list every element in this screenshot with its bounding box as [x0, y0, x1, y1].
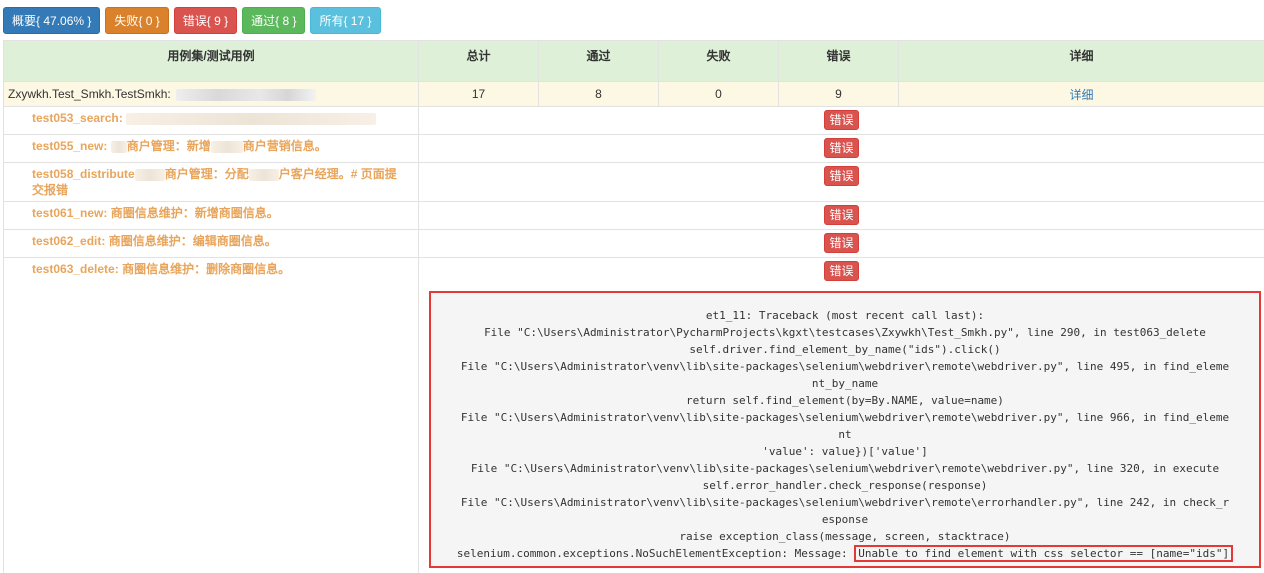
case-name: test053_search:: [3, 106, 419, 135]
case-desc: 商户管理：新增: [126, 139, 211, 153]
traceback-line: nt: [838, 428, 852, 441]
suite-errors: 9: [778, 81, 899, 107]
suite-failed: 0: [658, 81, 779, 107]
filter-fail-button[interactable]: 失败{ 0 }: [105, 7, 169, 34]
table-row: test055_new: 商户管理：新增 商户营销信息。 错误: [3, 134, 1264, 163]
redacted-block: [176, 88, 317, 101]
case-name-text: test061_new:: [32, 206, 108, 220]
suite-detail-link[interactable]: 详细: [1069, 88, 1093, 102]
case-name: test062_edit: 商圈信息维护：编辑商圈信息。: [3, 229, 419, 258]
case-status-cell: 错误: [418, 229, 1264, 258]
traceback-line: raise exception_class(message, screen, s…: [679, 530, 1011, 543]
case-error-badge[interactable]: 错误: [824, 205, 859, 225]
redacted-block: [126, 112, 377, 125]
filter-pass-button[interactable]: 通过{ 8 }: [242, 7, 306, 34]
table-row: test062_edit: 商圈信息维护：编辑商圈信息。 错误: [3, 229, 1264, 258]
case-name-text: test053_search:: [32, 111, 123, 125]
traceback-line: esponse: [821, 513, 869, 526]
case-error-badge[interactable]: 错误: [824, 110, 859, 130]
table-row: test058_distribute 商户管理：分配 户客户经理。# 页面提 交报错 …: [3, 162, 1264, 202]
traceback-line: et1_11: Traceback (most recent call last…: [705, 309, 985, 322]
header-pass: 通过: [538, 40, 659, 82]
case-desc: 商圈信息维护：新增商圈信息。: [110, 206, 279, 220]
traceback-line: self.error_handler.check_response(respon…: [702, 479, 988, 492]
filter-summary-button[interactable]: 概要{ 47.06% }: [3, 7, 101, 34]
case-error-badge[interactable]: 错误: [824, 233, 859, 253]
case-desc-wrap: 交报错: [32, 183, 69, 197]
traceback-line: nt_by_name: [811, 377, 879, 390]
traceback-panel: et1_11: Traceback (most recent call last…: [429, 291, 1261, 568]
traceback-line: File "C:\Users\Administrator\PycharmProj…: [484, 326, 1206, 339]
case-name-text: test062_edit:: [32, 234, 106, 248]
case-name: test061_new: 商圈信息维护：新增商圈信息。: [3, 201, 419, 230]
header-detail: 详细: [898, 40, 1264, 82]
traceback-line: 'value': value})['value']: [762, 445, 928, 458]
traceback-line: File "C:\Users\Administrator\venv\lib\si…: [460, 496, 1230, 509]
redacted-block: [134, 168, 165, 181]
header-testcase: 用例集/测试用例: [3, 40, 419, 82]
case-status-cell: 错误: [418, 106, 1264, 135]
traceback-line: File "C:\Users\Administrator\venv\lib\si…: [460, 360, 1230, 373]
traceback-line: File "C:\Users\Administrator\venv\lib\si…: [470, 462, 1220, 475]
redacted-block: [210, 140, 243, 153]
case-name-text: test058_distribute: [32, 167, 135, 181]
table-row: test061_new: 商圈信息维护：新增商圈信息。 错误: [3, 201, 1264, 230]
case-name-text: test063_delete:: [32, 262, 119, 276]
table-row: test053_search: 错误: [3, 106, 1264, 135]
case-desc: 商户管理：分配: [164, 167, 249, 181]
table-header-row: 用例集/测试用例 总计 通过 失败 错误 详细: [3, 40, 1264, 82]
redacted-block: [248, 168, 279, 181]
case-error-badge[interactable]: 错误: [824, 166, 859, 186]
suite-detail-cell: 详细: [898, 81, 1264, 107]
traceback-line: File "C:\Users\Administrator\venv\lib\si…: [460, 411, 1230, 424]
redacted-block: [110, 140, 127, 153]
suite-total: 17: [418, 81, 539, 107]
case-name: test058_distribute 商户管理：分配 户客户经理。# 页面提交报错: [3, 162, 419, 202]
filter-error-button[interactable]: 错误{ 9 }: [173, 7, 238, 34]
case-error-badge[interactable]: 错误: [824, 138, 859, 158]
filter-bar: 概要{ 47.06% } 失败{ 0 } 错误{ 9 } 通过{ 8 } 所有{…: [3, 7, 381, 34]
case-desc: 商圈信息维护：编辑商圈信息。: [108, 234, 277, 248]
header-error: 错误: [778, 40, 899, 82]
traceback-exception-line: selenium.common.exceptions.NoSuchElement…: [435, 545, 1255, 562]
case-name-text: test055_new:: [32, 139, 108, 153]
exception-prefix: selenium.common.exceptions.NoSuchElement…: [456, 547, 855, 560]
filter-all-button[interactable]: 所有{ 17 }: [310, 7, 381, 34]
suite-name-text: Zxywkh.Test_Smkh.TestSmkh:: [8, 87, 175, 101]
case-status-cell: 错误: [418, 201, 1264, 230]
header-total: 总计: [418, 40, 539, 82]
header-fail: 失败: [658, 40, 779, 82]
case-status-cell: 错误: [418, 134, 1264, 163]
case-error-badge[interactable]: 错误: [824, 261, 859, 281]
suite-name: Zxywkh.Test_Smkh.TestSmkh:: [3, 81, 419, 107]
case-name: test063_delete: 商圈信息维护：删除商圈信息。: [3, 257, 419, 573]
suite-row: Zxywkh.Test_Smkh.TestSmkh: 17 8 0 9 详细: [3, 81, 1264, 107]
case-name: test055_new: 商户管理：新增 商户营销信息。: [3, 134, 419, 163]
case-status-cell: 错误: [418, 162, 1264, 202]
case-desc-tail: 户客户经理。# 页面提: [278, 167, 397, 181]
case-desc: 商圈信息维护：删除商圈信息。: [122, 262, 291, 276]
suite-passed: 8: [538, 81, 659, 107]
traceback-line: return self.find_element(by=By.NAME, val…: [686, 394, 1004, 407]
traceback-line: self.driver.find_element_by_name("ids").…: [689, 343, 1001, 356]
exception-message-highlight: Unable to find element with css selector…: [854, 545, 1234, 562]
case-desc-tail: 商户营销信息。: [242, 139, 327, 153]
